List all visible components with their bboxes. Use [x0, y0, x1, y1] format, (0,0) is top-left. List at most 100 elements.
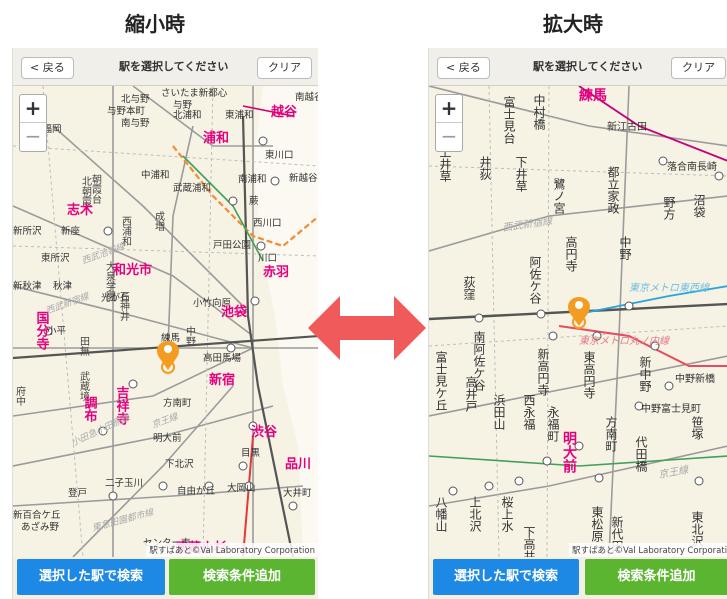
bottom-button-bar: 選択した駅で検索 検索条件追加	[13, 557, 318, 599]
svg-text:新百合ケ丘: 新百合ケ丘	[13, 509, 61, 521]
svg-text:高井戸: 高井戸	[464, 375, 478, 413]
svg-text:品川: 品川	[285, 457, 311, 472]
add-search-condition-button[interactable]: 検索条件追加	[585, 559, 727, 595]
svg-text:東北沢: 東北沢	[690, 511, 704, 548]
svg-text:浦和: 浦和	[203, 130, 229, 146]
add-search-condition-button[interactable]: 検索条件追加	[169, 559, 315, 595]
svg-text:調布: 調布	[82, 395, 98, 423]
svg-text:西永福: 西永福	[522, 394, 536, 430]
zoom-control[interactable]: + −	[19, 94, 47, 152]
back-button[interactable]: < 戻る	[21, 57, 74, 79]
svg-text:志木: 志木	[67, 202, 94, 218]
svg-text:池袋: 池袋	[221, 304, 248, 320]
svg-text:さいたま新都心: さいたま新都心	[161, 87, 228, 99]
svg-text:あざみ野: あざみ野	[21, 521, 60, 533]
route-map[interactable]: 北与野 与野本町 南与野 与野 北浦和 東浦和 中浦和 武蔵浦和 南浦和 上福岡 新所沢 新座 …	[13, 86, 318, 557]
svg-text:成増: 成増	[153, 211, 165, 232]
svg-text:中野: 中野	[184, 325, 196, 346]
route-map[interactable]: 上井草 井荻 下井草 鷺ノ宮 都立家政 野方 沼袋 荻窪 阿佐ケ谷 高円寺 中野 南阿佐ケ谷 新…	[429, 86, 727, 557]
svg-text:新越谷: 新越谷	[289, 172, 318, 184]
svg-text:蕨: 蕨	[249, 195, 259, 207]
svg-text:二子玉川: 二子玉川	[105, 478, 143, 489]
svg-text:秋津: 秋津	[53, 280, 73, 292]
svg-text:北与野: 北与野	[121, 94, 150, 105]
svg-text:新所沢: 新所沢	[13, 225, 42, 237]
svg-text:富士見台: 富士見台	[502, 95, 516, 144]
search-selected-station-button[interactable]: 選択した駅で検索	[433, 559, 579, 595]
svg-text:和光市: 和光市	[113, 262, 152, 278]
attribution: 駅すぱあと©Val Laboratory Corporation	[146, 543, 318, 557]
svg-text:南越谷: 南越谷	[295, 91, 318, 103]
svg-text:鷺ノ宮: 鷺ノ宮	[552, 177, 566, 214]
zoom-in-button[interactable]: +	[20, 95, 46, 123]
svg-text:東京メトロ東西線: 東京メトロ東西線	[629, 282, 710, 294]
svg-text:浜田山: 浜田山	[492, 394, 506, 430]
bottom-button-bar: 選択した駅で検索 検索条件追加	[429, 557, 727, 599]
svg-text:代田橋: 代田橋	[634, 436, 648, 473]
svg-text:川口: 川口	[258, 253, 277, 264]
svg-text:東浦和: 東浦和	[225, 109, 254, 121]
map-canvas[interactable]: 北与野与野本町南与野 与野北浦和 東浦和 中浦和武蔵浦和南浦和 上福岡新所沢 新座 …	[13, 86, 318, 557]
svg-text:国分寺: 国分寺	[34, 311, 50, 351]
svg-text:中浦和: 中浦和	[141, 169, 170, 181]
svg-text:渋谷: 渋谷	[251, 424, 278, 440]
svg-text:与野本町: 与野本町	[107, 105, 146, 117]
search-selected-station-button[interactable]: 選択した駅で検索	[17, 559, 165, 595]
svg-text:東川口: 東川口	[265, 149, 294, 161]
svg-text:下井草: 下井草	[514, 156, 528, 192]
svg-text:笹塚: 笹塚	[690, 416, 704, 440]
svg-text:高円寺: 高円寺	[564, 235, 578, 272]
svg-text:東高円寺: 東高円寺	[582, 351, 596, 399]
svg-text:都立家政: 都立家政	[606, 166, 620, 215]
svg-text:南与野: 南与野	[121, 117, 150, 129]
svg-text:西川口: 西川口	[253, 218, 282, 229]
svg-text:明大前: 明大前	[153, 432, 182, 444]
map-canvas[interactable]: 上井草 井荻 下井草 鷺ノ宮 都立家政 野方 沼袋荻窪 阿佐ケ谷 高円寺 中野南阿佐ケ谷 新…	[429, 86, 727, 557]
svg-text:練馬: 練馬	[579, 87, 607, 104]
svg-text:新江古田: 新江古田	[607, 120, 647, 133]
zoom-control[interactable]: + −	[435, 94, 463, 152]
svg-text:大井町: 大井町	[283, 487, 312, 499]
svg-text:戸田公園: 戸田公園	[213, 240, 251, 251]
svg-text:新中野: 新中野	[638, 355, 652, 392]
heading-zoomed-out: 縮小時	[125, 12, 185, 36]
svg-text:大岡山: 大岡山	[227, 482, 256, 494]
svg-text:新秋津: 新秋津	[13, 280, 42, 292]
top-bar: < 戻る 駅を選択してください クリア	[429, 48, 727, 86]
svg-text:中野: 中野	[618, 235, 632, 260]
svg-text:上北沢: 上北沢	[468, 496, 482, 533]
svg-text:永福町: 永福町	[546, 406, 560, 442]
page-title: 駅を選択してください	[119, 60, 229, 73]
phone-zoomed-out: < 戻る 駅を選択してください クリア 北与野 与野本町 南与野 与野 北浦和 …	[12, 48, 318, 599]
zoom-out-button[interactable]: −	[436, 123, 462, 151]
clear-button[interactable]: クリア	[671, 57, 726, 79]
svg-text:桜上水: 桜上水	[500, 496, 514, 532]
svg-text:中村橋: 中村橋	[532, 93, 546, 131]
svg-text:自由が丘: 自由が丘	[177, 485, 216, 497]
clear-button[interactable]: クリア	[257, 57, 312, 79]
svg-text:東京メトロ丸ノ内線: 東京メトロ丸ノ内線	[579, 335, 670, 347]
svg-text:井荻: 井荻	[478, 156, 492, 181]
svg-text:新宿: 新宿	[209, 372, 235, 388]
svg-text:小平: 小平	[47, 326, 67, 337]
svg-text:南浦和: 南浦和	[238, 173, 267, 185]
back-button[interactable]: < 戻る	[437, 57, 490, 79]
svg-text:越谷: 越谷	[270, 104, 298, 120]
svg-text:新座: 新座	[61, 225, 81, 237]
phone-zoomed-in: < 戻る 駅を選択してください クリア 上井草 井荻 下井草 鷺ノ宮 都立家政 …	[428, 48, 727, 599]
svg-text:方南町: 方南町	[163, 397, 192, 409]
svg-text:八幡山: 八幡山	[434, 496, 448, 532]
svg-text:落合南長崎: 落合南長崎	[667, 160, 717, 173]
heading-zoomed-in: 拡大時	[543, 12, 603, 36]
svg-text:登戸: 登戸	[68, 488, 87, 499]
svg-text:下高井戸: 下高井戸	[522, 526, 536, 557]
zoom-out-button[interactable]: −	[20, 123, 46, 151]
svg-text:東松原: 東松原	[590, 506, 604, 542]
svg-text:沼袋: 沼袋	[692, 194, 706, 218]
svg-text:朝霞台: 朝霞台	[90, 174, 102, 205]
svg-text:北浦和: 北浦和	[173, 109, 202, 121]
svg-text:高田馬場: 高田馬場	[203, 352, 242, 364]
svg-text:田無: 田無	[78, 336, 90, 357]
zoom-in-button[interactable]: +	[436, 95, 462, 123]
svg-text:明大前: 明大前	[561, 431, 577, 474]
